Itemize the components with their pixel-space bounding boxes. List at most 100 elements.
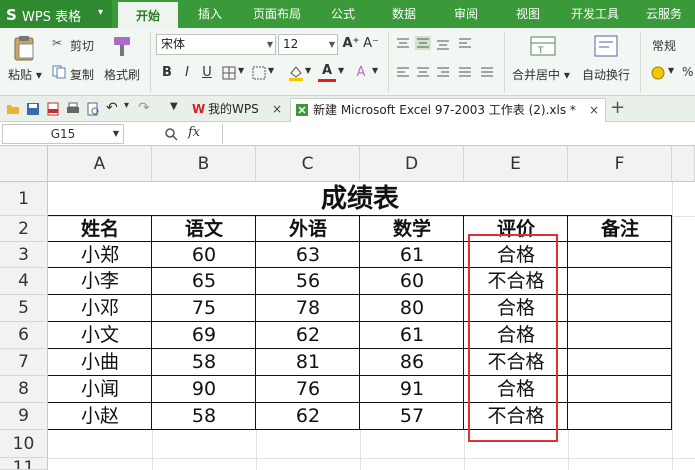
cut-button[interactable]: 剪切 [70, 37, 94, 54]
formula-input[interactable] [222, 124, 695, 144]
table-cell[interactable]: 不合格 [464, 349, 568, 376]
header-math[interactable]: 数学 [360, 216, 464, 242]
tab-review[interactable]: 审阅 [440, 0, 492, 28]
table-cell[interactable] [568, 242, 672, 268]
folder-icon[interactable] [6, 102, 20, 116]
chevron-down-icon[interactable]: ▼ [170, 101, 178, 112]
zoom-icon[interactable] [164, 127, 178, 141]
table-cell[interactable] [568, 322, 672, 349]
format-painter-button[interactable]: 格式刷 [104, 66, 140, 83]
print-icon[interactable] [66, 102, 80, 116]
table-cell[interactable] [568, 268, 672, 295]
table-cell[interactable]: 63 [256, 242, 360, 268]
pdf-icon[interactable] [46, 102, 60, 116]
table-cell[interactable]: 61 [360, 242, 464, 268]
row-header-3[interactable]: 3 [0, 242, 48, 268]
table-cell[interactable]: 65 [152, 268, 256, 295]
chevron-down-icon[interactable]: ▼ [305, 66, 311, 75]
chevron-down-icon[interactable]: ▼ [238, 66, 244, 75]
font-name-select[interactable]: 宋体 ▼ [156, 34, 276, 55]
font-size-select[interactable]: 12 ▼ [278, 34, 338, 55]
row-header-1[interactable]: 1 [0, 182, 48, 216]
row-header-5[interactable]: 5 [0, 295, 48, 322]
table-cell[interactable]: 合格 [464, 242, 568, 268]
close-icon[interactable]: × [272, 98, 282, 120]
table-cell[interactable]: 小郑 [48, 242, 152, 268]
chevron-down-icon[interactable]: ▼ [372, 66, 378, 75]
table-cell[interactable]: 81 [256, 349, 360, 376]
table-cell[interactable]: 小文 [48, 322, 152, 349]
tab-home[interactable]: 开始 [118, 0, 178, 28]
app-menu-button[interactable]: S WPS 表格 ▾ [0, 0, 112, 28]
table-cell[interactable]: 60 [360, 268, 464, 295]
tab-cloud[interactable]: 云服务 [636, 0, 692, 28]
wrap-text-icon[interactable] [594, 34, 618, 58]
redo-icon[interactable]: ↷ [138, 100, 150, 116]
function-button[interactable]: fx [188, 125, 200, 140]
wrap-text-button[interactable]: 自动换行 [582, 66, 630, 83]
chevron-down-icon[interactable]: ▼ [268, 66, 274, 75]
tab-page-layout[interactable]: 页面布局 [242, 0, 312, 28]
italic-button[interactable]: I [178, 64, 196, 82]
sheet-title[interactable]: 成绩表 [48, 182, 672, 216]
copy-icon[interactable] [52, 65, 66, 79]
table-cell[interactable]: 91 [360, 376, 464, 403]
table-cell[interactable]: 62 [256, 403, 360, 430]
paste-icon[interactable] [10, 34, 38, 62]
table-cell[interactable]: 合格 [464, 322, 568, 349]
copy-button[interactable]: 复制 [70, 66, 94, 83]
tab-view[interactable]: 视图 [502, 0, 554, 28]
tab-document[interactable]: 新建 Microsoft Excel 97-2003 工作表 (2).xls *… [290, 98, 606, 122]
row-header-10[interactable]: 10 [0, 430, 48, 458]
bold-button[interactable]: B [158, 64, 176, 82]
header-foreign-language[interactable]: 外语 [256, 216, 360, 242]
tab-formula[interactable]: 公式 [318, 0, 368, 28]
table-cell[interactable]: 76 [256, 376, 360, 403]
row-header-11[interactable]: 11 [0, 458, 48, 470]
undo-icon[interactable]: ↶ [106, 100, 118, 116]
tab-insert[interactable]: 插入 [184, 0, 236, 28]
fill-color-icon[interactable] [288, 64, 304, 82]
table-cell[interactable]: 90 [152, 376, 256, 403]
table-cell[interactable]: 不合格 [464, 268, 568, 295]
table-cell[interactable]: 86 [360, 349, 464, 376]
row-header-6[interactable]: 6 [0, 322, 48, 349]
underline-button[interactable]: U [198, 64, 216, 82]
chevron-down-icon[interactable]: ▼ [668, 66, 674, 75]
percent-button[interactable]: % [682, 65, 693, 79]
column-header-g[interactable] [672, 146, 695, 182]
column-header-e[interactable]: E [464, 146, 568, 182]
table-cell[interactable]: 78 [256, 295, 360, 322]
clear-format-icon[interactable]: A [352, 64, 370, 82]
vertical-align-icons[interactable] [396, 36, 516, 50]
font-color-icon[interactable]: A [318, 62, 336, 82]
row-header-8[interactable]: 8 [0, 376, 48, 403]
table-cell[interactable]: 58 [152, 349, 256, 376]
column-header-c[interactable]: C [256, 146, 360, 182]
column-header-a[interactable]: A [48, 146, 152, 182]
increase-font-icon[interactable]: A⁺ [342, 35, 360, 53]
merge-center-icon[interactable]: T [530, 34, 556, 58]
name-box[interactable]: G15 ▼ [2, 124, 124, 144]
table-cell[interactable]: 小赵 [48, 403, 152, 430]
header-notes[interactable]: 备注 [568, 216, 672, 242]
merge-center-button[interactable]: 合并居中 ▾ [512, 66, 570, 83]
table-cell[interactable]: 小邓 [48, 295, 152, 322]
table-cell[interactable]: 小李 [48, 268, 152, 295]
table-cell[interactable] [568, 403, 672, 430]
table-cell[interactable]: 61 [360, 322, 464, 349]
row-header-4[interactable]: 4 [0, 268, 48, 295]
table-cell[interactable]: 小曲 [48, 349, 152, 376]
table-cell[interactable]: 62 [256, 322, 360, 349]
chevron-down-icon[interactable]: ▾ [124, 100, 129, 111]
tab-developer[interactable]: 开发工具 [560, 0, 630, 28]
table-cell[interactable]: 60 [152, 242, 256, 268]
chevron-down-icon[interactable]: ▼ [338, 66, 344, 75]
table-cell[interactable] [568, 349, 672, 376]
table-cell[interactable]: 56 [256, 268, 360, 295]
table-cell[interactable] [568, 295, 672, 322]
table-cell[interactable]: 合格 [464, 295, 568, 322]
paste-button[interactable]: 粘贴 ▾ [8, 66, 42, 83]
close-icon[interactable]: × [589, 99, 599, 121]
horizontal-align-icons[interactable] [396, 66, 516, 80]
